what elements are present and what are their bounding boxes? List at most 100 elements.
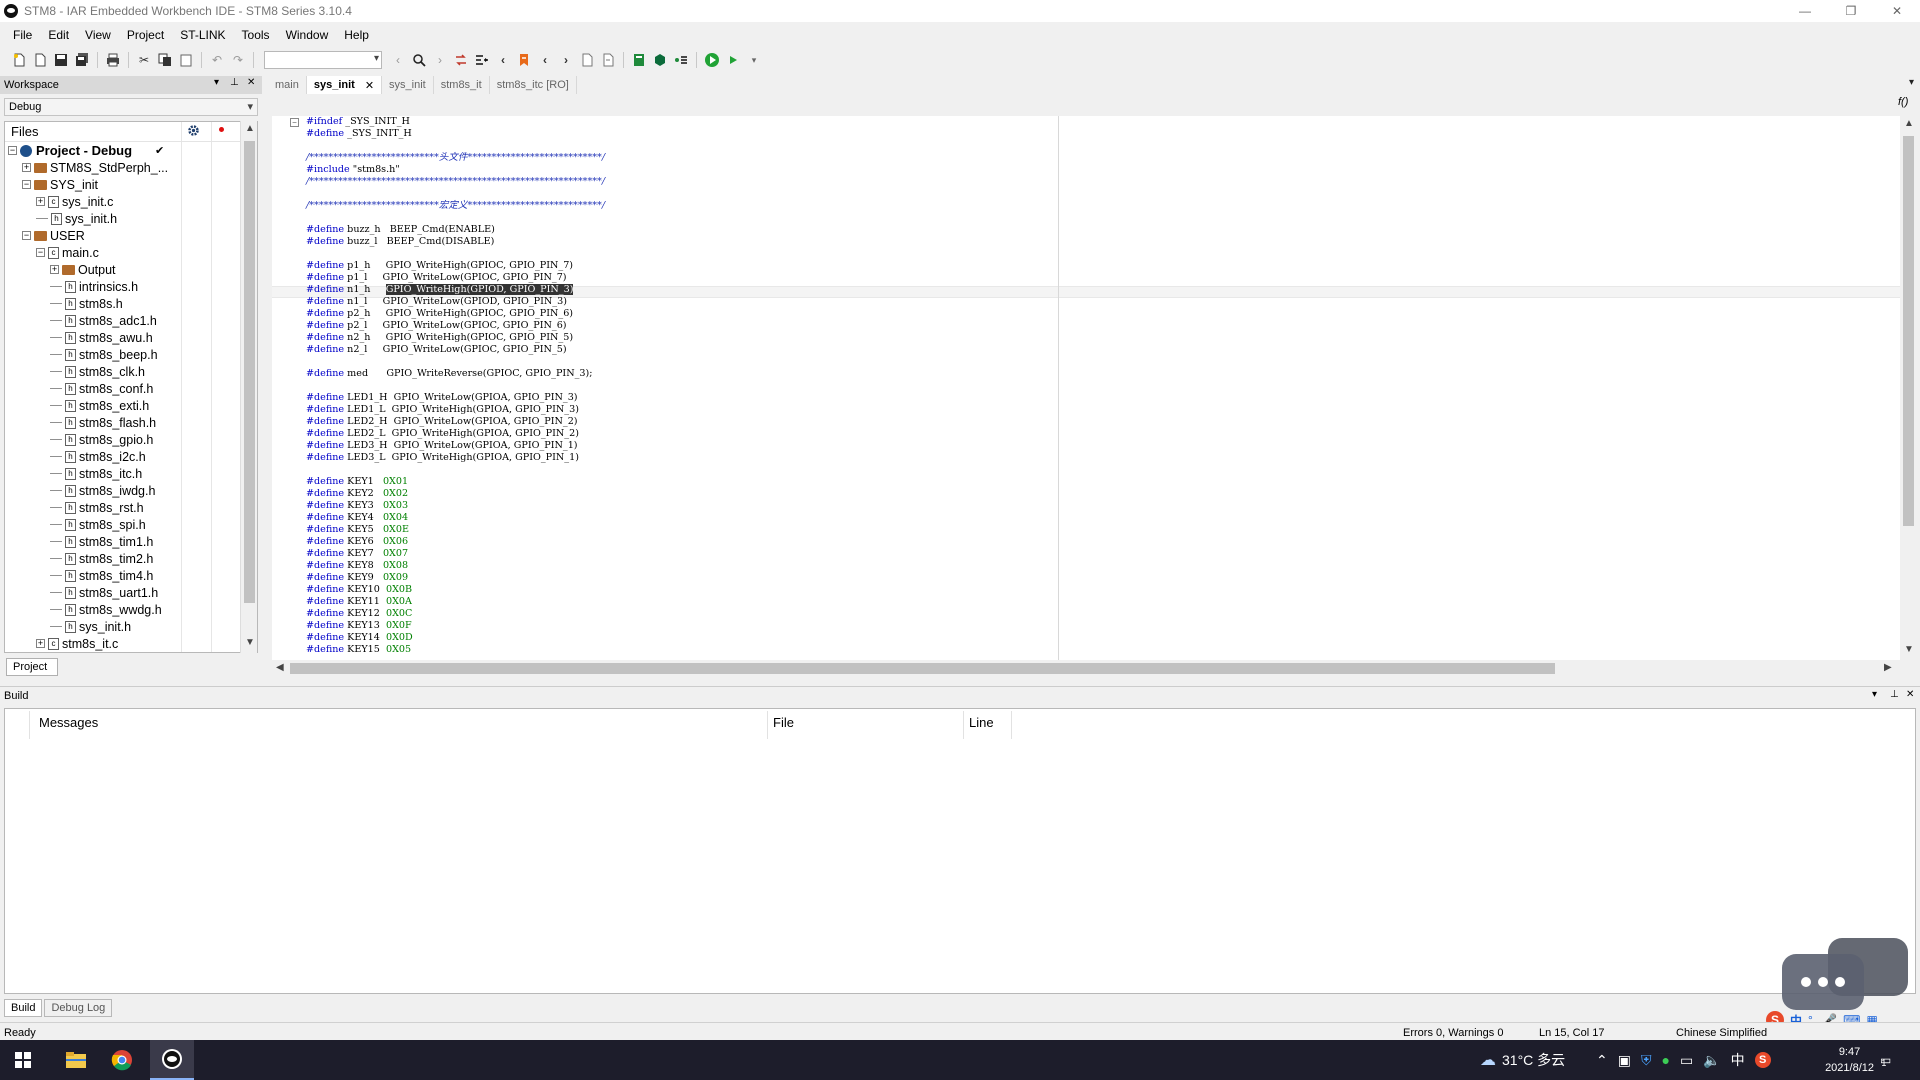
scroll-left-icon[interactable]: ◀ (276, 662, 284, 673)
navigate-next-icon[interactable]: › (557, 51, 575, 69)
tab-debug-log[interactable]: Debug Log (44, 999, 113, 1017)
panel-menu-icon[interactable]: ▾ (214, 77, 219, 88)
camera-icon[interactable]: ▣ (1618, 1052, 1631, 1069)
close-panel-icon[interactable]: ✕ (1906, 689, 1914, 700)
scroll-down-icon[interactable]: ▼ (245, 637, 255, 648)
menu-edit[interactable]: Edit (40, 28, 77, 42)
tree-item[interactable]: − USER (5, 227, 257, 244)
panel-menu-icon[interactable]: ▾ (1872, 689, 1877, 700)
restore-button[interactable]: ❐ (1828, 0, 1874, 22)
menu-tools[interactable]: Tools (234, 28, 278, 42)
function-navigator-icon[interactable]: f() (1898, 96, 1908, 108)
tree-item[interactable]: h stm8s_wwdg.h (5, 601, 257, 618)
tree-item[interactable]: − SYS_init (5, 176, 257, 193)
redo-icon[interactable]: ↷ (229, 51, 247, 69)
make-icon[interactable] (599, 51, 617, 69)
tree-item[interactable]: h stm8s_itc.h (5, 465, 257, 482)
column-header-line[interactable]: Line (969, 715, 994, 730)
menu-window[interactable]: Window (278, 28, 337, 42)
undo-icon[interactable]: ↶ (208, 51, 226, 69)
menu-view[interactable]: View (77, 28, 119, 42)
action-center-button[interactable]: ▭ 1 (1880, 1040, 1891, 1080)
tree-item[interactable]: + STM8S_StdPerph_... (5, 159, 257, 176)
scroll-up-icon[interactable]: ▲ (1904, 118, 1914, 129)
defender-shield-icon[interactable]: ⛨ (1641, 1052, 1652, 1069)
compile-icon[interactable] (578, 51, 596, 69)
wechat-icon[interactable]: ● (1661, 1052, 1669, 1068)
sogou-tray-icon[interactable]: S (1754, 1052, 1771, 1068)
close-window-button[interactable]: ✕ (1874, 0, 1920, 22)
tree-item[interactable]: h stm8s_exti.h (5, 397, 257, 414)
tree-item[interactable]: h sys_init.h (5, 210, 257, 227)
tree-item[interactable]: h stm8s_iwdg.h (5, 482, 257, 499)
debug-without-download-icon[interactable] (724, 51, 742, 69)
menu-file[interactable]: File (5, 28, 40, 42)
copy-icon[interactable] (156, 51, 174, 69)
tree-item[interactable]: h stm8s_awu.h (5, 329, 257, 346)
tab-build[interactable]: Build (4, 999, 43, 1017)
save-icon[interactable] (52, 51, 70, 69)
tree-item[interactable]: h sys_init.h (5, 618, 257, 635)
scrollbar-thumb[interactable] (290, 663, 1555, 674)
scrollbar-thumb[interactable] (1903, 136, 1914, 526)
tree-item[interactable]: h stm8s_conf.h (5, 380, 257, 397)
weather-widget[interactable]: ☁ 31°C 多云 (1480, 1040, 1565, 1080)
tab-sys-init[interactable]: sys_init (382, 76, 434, 94)
new-document-icon[interactable] (31, 51, 49, 69)
collapse-icon[interactable]: − (36, 248, 45, 257)
tree-item[interactable]: + Output (5, 261, 257, 278)
tab-stm8s-itc[interactable]: stm8s_itc [RO] (490, 76, 577, 94)
gear-icon[interactable] (187, 124, 200, 140)
tab-main[interactable]: main (268, 76, 307, 94)
close-tab-icon[interactable]: ✕ (365, 79, 374, 92)
system-clock[interactable]: 9:47 2021/8/12 (1825, 1044, 1874, 1076)
menu-project[interactable]: Project (119, 28, 172, 42)
scrollbar-thumb[interactable] (244, 141, 255, 603)
expand-icon[interactable]: + (36, 197, 45, 206)
find-icon[interactable] (410, 51, 428, 69)
minimize-button[interactable]: — (1782, 0, 1828, 22)
tree-item[interactable]: h intrinsics.h (5, 278, 257, 295)
navigate-back-icon[interactable]: ‹ (494, 51, 512, 69)
editor-vertical-scrollbar[interactable]: ▲ ▼ (1900, 116, 1917, 660)
toolbar-overflow-icon[interactable]: ▾ (745, 51, 763, 69)
column-header-file[interactable]: File (773, 715, 794, 730)
pin-icon[interactable]: ⊥ (1890, 689, 1899, 700)
tree-item[interactable]: − c main.c (5, 244, 257, 261)
tree-item[interactable]: h stm8s_tim4.h (5, 567, 257, 584)
chrome-taskbar-button[interactable] (102, 1040, 142, 1080)
tree-item[interactable]: h stm8s_clk.h (5, 363, 257, 380)
tab-list-dropdown-icon[interactable]: ▾ (1909, 77, 1914, 88)
tree-item[interactable]: h stm8s_gpio.h (5, 431, 257, 448)
paste-icon[interactable] (177, 51, 195, 69)
tab-project[interactable]: Project (6, 658, 58, 676)
expand-icon[interactable]: + (22, 163, 31, 172)
tree-vertical-scrollbar[interactable]: ▲ ▼ (240, 121, 257, 653)
tree-item[interactable]: h stm8s_beep.h (5, 346, 257, 363)
iar-taskbar-button[interactable] (150, 1040, 194, 1080)
arrow-left-icon[interactable]: ‹ (389, 51, 407, 69)
input-language-indicator[interactable]: 中 (1731, 1050, 1745, 1070)
fold-toggle-icon[interactable]: − (290, 118, 299, 127)
replace-icon[interactable] (452, 51, 470, 69)
scroll-down-icon[interactable]: ▼ (1904, 644, 1914, 655)
tree-item[interactable]: h stm8s_adc1.h (5, 312, 257, 329)
close-panel-icon[interactable]: ✕ (247, 77, 255, 88)
menu-st-link[interactable]: ST-LINK (172, 28, 233, 42)
new-file-icon[interactable] (10, 51, 28, 69)
configuration-select[interactable]: Debug (4, 98, 258, 116)
tree-item[interactable]: h stm8s_uart1.h (5, 584, 257, 601)
editor-horizontal-scrollbar[interactable]: ◀ ▶ (272, 660, 1900, 677)
volume-icon[interactable]: 🔈 (1703, 1052, 1720, 1069)
navigate-prev-icon[interactable]: ‹ (536, 51, 554, 69)
tab-stm8s-it[interactable]: stm8s_it (434, 76, 490, 94)
tree-item[interactable]: + c stm8s_it.c (5, 635, 257, 652)
expand-icon[interactable]: + (50, 265, 59, 274)
start-button[interactable] (0, 1040, 46, 1080)
show-hidden-icons-icon[interactable]: ⌃ (1596, 1052, 1608, 1069)
network-icon[interactable]: ▭ (1680, 1052, 1693, 1069)
arrow-right-icon[interactable]: › (431, 51, 449, 69)
collapse-icon[interactable]: − (8, 146, 17, 155)
goto-line-icon[interactable] (473, 51, 491, 69)
tree-item[interactable]: h stm8s.h (5, 295, 257, 312)
